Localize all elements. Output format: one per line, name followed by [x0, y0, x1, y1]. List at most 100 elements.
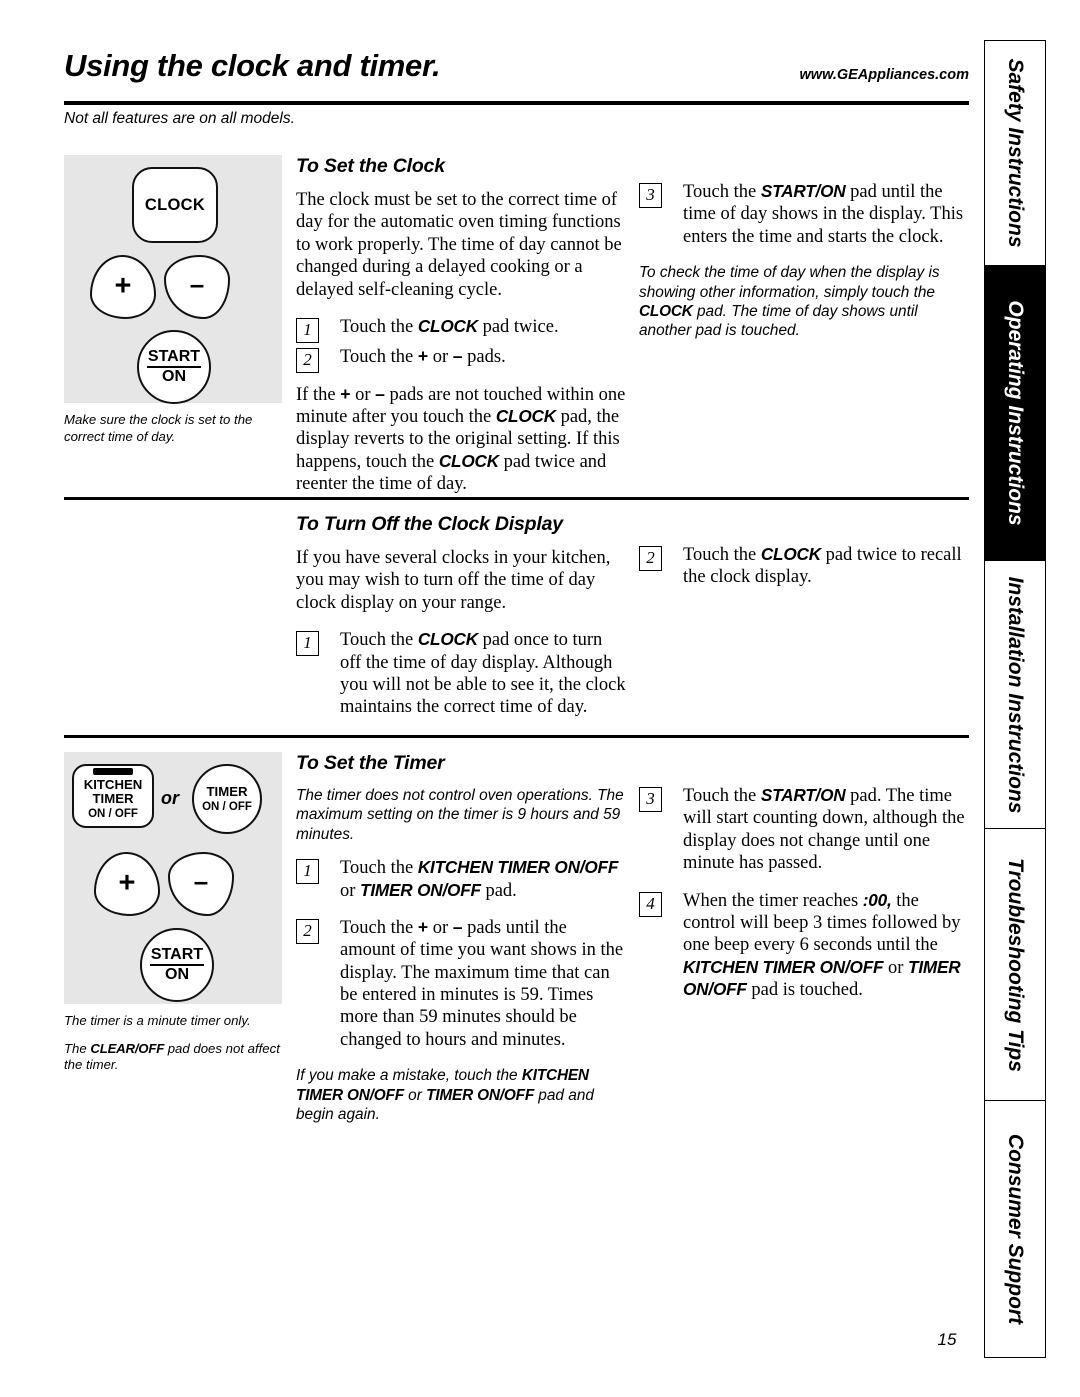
tab-label: Safety Instructions: [1004, 58, 1027, 248]
section-heading-set-timer: To Set the Timer: [296, 752, 445, 774]
tab-label: Installation Instructions: [1004, 576, 1027, 813]
kitchen-timer-label-line1: KITCHEN: [83, 777, 143, 793]
clock-pad-icon[interactable]: CLOCK: [132, 167, 218, 243]
step-text-part: pad twice.: [477, 316, 559, 337]
text-part: or: [350, 384, 376, 405]
plus-symbol: +: [417, 916, 429, 937]
clock-step-2: 2 Touch the + or – pads.: [296, 346, 626, 374]
text-part: The: [64, 1040, 91, 1056]
step-number: 1: [296, 317, 319, 343]
page-number: 15: [937, 1330, 957, 1349]
step-number: 2: [296, 918, 319, 944]
timer-illustration-caption-1: The timer is a minute timer only.: [64, 1013, 251, 1028]
tab-troubleshooting-tips[interactable]: Troubleshooting Tips: [984, 828, 1046, 1100]
tab-label: Troubleshooting Tips: [1004, 857, 1027, 1072]
or-label: or: [161, 788, 179, 808]
clock-illustration-caption: Make sure the clock is set to the correc…: [64, 412, 253, 444]
timer-zero-value: :00,: [862, 889, 892, 910]
start-on-pad-icon[interactable]: START ON: [140, 928, 214, 1002]
clock-step-3: 3 Touch the START/ON pad until the time …: [639, 181, 969, 248]
step-text-part: Touch the: [683, 182, 761, 202]
step-number: 2: [639, 546, 662, 571]
clock-display-right-column: 2 Touch the CLOCK pad twice to recall th…: [639, 544, 969, 597]
start-on-pad-icon[interactable]: START ON: [137, 330, 211, 404]
clock-followup-paragraph: If the + or – pads are not touched withi…: [296, 384, 626, 496]
plus-pad-icon[interactable]: +: [94, 852, 160, 916]
text-part: To check the time of day when the displa…: [639, 264, 940, 301]
step-text-part: or: [340, 880, 361, 901]
start-pad-label-line2: ON: [162, 368, 186, 385]
clock-check-time-note: To check the time of day when the displa…: [639, 263, 969, 341]
step-text-part: pads.: [462, 347, 506, 368]
section-heading-set-clock: To Set the Clock: [296, 155, 445, 177]
clock-steps-right-column: 3 Touch the START/ON pad until the time …: [639, 181, 969, 354]
timer-illustration-caption-2: The CLEAR/OFF pad does not affect the ti…: [64, 1041, 282, 1074]
step-text-part: Touch the: [340, 316, 418, 337]
timer-illustration-column: KITCHEN TIMER ON / OFF or TIMER ON / OFF…: [64, 752, 282, 1085]
timer-label-line1: TIMER: [206, 783, 248, 799]
clock-display-step-1: 1 Touch the CLOCK pad once to turn off t…: [296, 629, 626, 719]
minus-pad-label: –: [193, 866, 209, 896]
plus-symbol: +: [417, 346, 429, 367]
clock-illustration-column: CLOCK + – START ON Make sure the clock i…: [64, 155, 282, 456]
step-number: 1: [296, 631, 319, 657]
page-title: Using the clock and timer.: [64, 48, 441, 83]
clock-intro-paragraph: The clock must be set to the correct tim…: [296, 190, 622, 300]
tab-installation-instructions[interactable]: Installation Instructions: [984, 560, 1046, 828]
pad-name-clock: CLOCK: [495, 406, 556, 426]
tab-operating-instructions[interactable]: Operating Instructions: [984, 265, 1046, 560]
pad-name-clear-off: CLEAR/OFF: [90, 1040, 165, 1056]
step-text-part: or: [428, 347, 453, 368]
pad-name-clock: CLOCK: [417, 315, 478, 336]
step-number: 3: [639, 787, 662, 812]
clock-display-step-2: 2 Touch the CLOCK pad twice to recall th…: [639, 544, 969, 589]
section-divider-2: [64, 735, 969, 738]
timer-steps-right-column: 3 Touch the START/ON pad. The time will …: [639, 785, 969, 1009]
clock-pad-label: CLOCK: [144, 195, 206, 214]
clock-step-1: 1 Touch the CLOCK pad twice.: [296, 315, 626, 343]
section-divider-1: [64, 497, 969, 500]
timer-pad-icon[interactable]: TIMER ON / OFF: [192, 764, 262, 834]
text-part: or: [403, 1086, 427, 1104]
minus-pad-icon[interactable]: –: [164, 255, 230, 319]
timer-step-3: 3 Touch the START/ON pad. The time will …: [639, 785, 969, 875]
text-part: If the: [296, 384, 341, 405]
page-header: Using the clock and timer. www.GEApplian…: [64, 48, 969, 104]
minus-symbol: –: [452, 916, 463, 937]
pad-name-start-on: START/ON: [760, 181, 846, 201]
tab-label: Operating Instructions: [1004, 300, 1027, 526]
pad-name-clock: CLOCK: [760, 544, 821, 564]
pad-name-clock: CLOCK: [639, 302, 693, 320]
clock-display-intro: If you have several clocks in your kitch…: [296, 548, 611, 613]
pad-name-timer-onoff: TIMER ON/OFF: [426, 1086, 535, 1104]
kitchen-timer-onoff-label: ON / OFF: [88, 808, 138, 821]
clock-pad-illustration: CLOCK + – START ON: [64, 155, 282, 404]
pad-name-clock: CLOCK: [438, 450, 499, 471]
clock-display-left-column: To Turn Off the Clock Display If you hav…: [296, 513, 626, 727]
step-text-part: or: [428, 917, 453, 938]
minus-symbol: –: [452, 346, 463, 367]
step-text-part: Touch the: [683, 545, 761, 565]
plus-pad-icon[interactable]: +: [90, 255, 156, 319]
tab-label: Consumer Support: [1004, 1133, 1027, 1325]
minus-symbol: –: [375, 383, 385, 404]
minus-pad-icon[interactable]: –: [168, 852, 234, 916]
step-text-part: Touch the: [340, 858, 418, 879]
indicator-bar-icon: [93, 768, 133, 775]
section-heading-turn-off-clock: To Turn Off the Clock Display: [296, 513, 563, 535]
step-number: 3: [639, 183, 662, 208]
kitchen-timer-pad-icon[interactable]: KITCHEN TIMER ON / OFF: [72, 764, 154, 828]
timer-step-4: 4 When the timer reaches :00, the contro…: [639, 890, 969, 1002]
step-text-part: Touch the: [340, 347, 418, 368]
tab-consumer-support[interactable]: Consumer Support: [984, 1100, 1046, 1358]
pad-name-start-on: START/ON: [760, 785, 846, 805]
plus-pad-label: +: [118, 866, 136, 899]
pad-name-clock: CLOCK: [417, 629, 478, 650]
timer-step-2: 2 Touch the + or – pads until the amount…: [296, 917, 626, 1051]
timer-steps-column: To Set the Timer The timer does not cont…: [296, 752, 626, 1137]
kitchen-timer-label-line2: TIMER: [92, 791, 134, 807]
step-number: 2: [296, 348, 319, 374]
tab-safety-instructions[interactable]: Safety Instructions: [984, 40, 1046, 265]
pad-name-timer-onoff: TIMER ON/OFF: [360, 879, 481, 900]
pad-name-kitchen-timer-onoff: KITCHEN TIMER ON/OFF: [683, 956, 884, 977]
